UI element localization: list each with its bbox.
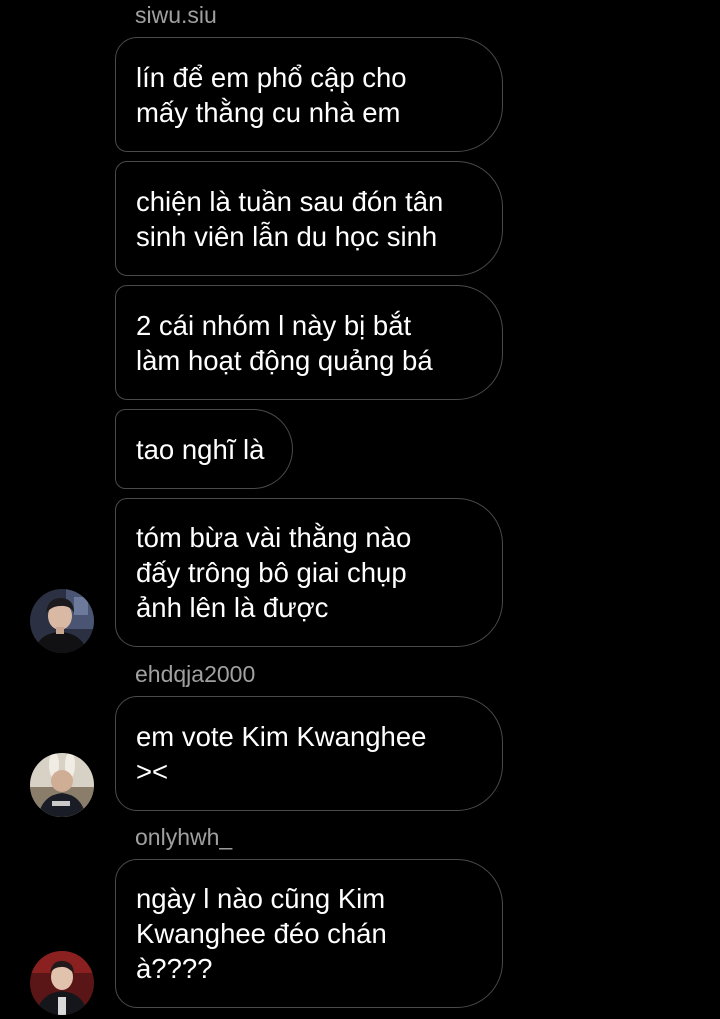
- message-bubble[interactable]: 2 cái nhóm l này bị bắt làm hoạt động qu…: [115, 285, 503, 400]
- sender-name-ehdqja2000: ehdqja2000: [135, 661, 256, 687]
- message-text: em vote Kim Kwanghee ><: [136, 720, 427, 787]
- avatar-ehdqja2000[interactable]: [30, 753, 94, 817]
- user-avatar-icon: [30, 753, 94, 817]
- message-bubble[interactable]: ngày l nào cũng Kim Kwanghee đéo chán à?…: [115, 859, 503, 1008]
- avatar-onlyhwh[interactable]: [30, 951, 94, 1015]
- sender-name-siwu-siu: siwu.siu: [135, 2, 217, 28]
- message-bubble[interactable]: tao nghĩ là: [115, 409, 293, 489]
- sender-name-onlyhwh: onlyhwh_: [135, 824, 233, 850]
- message-bubble[interactable]: tóm bừa vài thằng nào đấy trông bô giai …: [115, 498, 503, 647]
- message-bubble[interactable]: lín để em phổ cập cho mấy thằng cu nhà e…: [115, 37, 503, 152]
- message-text: tao nghĩ là: [136, 433, 265, 465]
- avatar-siwu-siu[interactable]: [30, 589, 94, 653]
- message-text: chiện là tuần sau đón tân sinh viên lẫn …: [136, 185, 444, 252]
- message-text: 2 cái nhóm l này bị bắt làm hoạt động qu…: [136, 309, 433, 376]
- message-text: tóm bừa vài thằng nào đấy trông bô giai …: [136, 522, 412, 623]
- message-bubble[interactable]: chiện là tuần sau đón tân sinh viên lẫn …: [115, 161, 503, 276]
- message-text: ngày l nào cũng Kim Kwanghee đéo chán à?…: [136, 883, 387, 984]
- message-bubble[interactable]: em vote Kim Kwanghee ><: [115, 696, 503, 811]
- user-avatar-icon: [30, 589, 94, 653]
- message-text: lín để em phổ cập cho mấy thằng cu nhà e…: [136, 61, 407, 128]
- user-avatar-icon: [30, 951, 94, 1015]
